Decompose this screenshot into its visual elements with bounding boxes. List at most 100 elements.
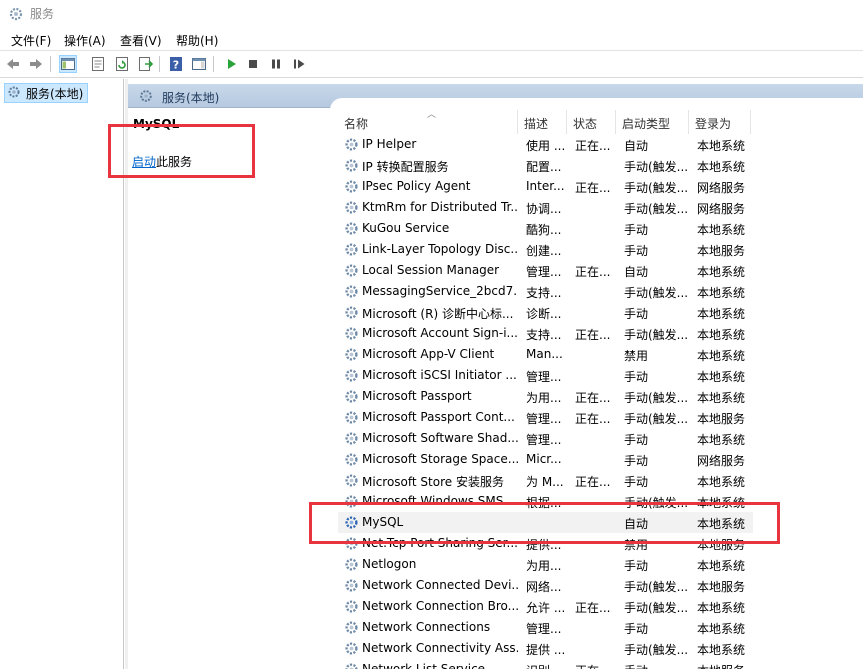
service-gear-icon: [345, 348, 358, 361]
menu-file[interactable]: 文件(F): [11, 32, 51, 49]
service-row[interactable]: Network List Service 识别... 正在... 手动本地服务: [338, 659, 753, 669]
service-logon-cell: 本地系统: [697, 307, 746, 321]
service-gear-icon: [345, 201, 358, 214]
show-hide-tree-icon[interactable]: [59, 55, 77, 73]
service-name-cell: IPsec Policy Agent: [362, 179, 471, 193]
service-status-cell: 正在...: [575, 328, 611, 342]
service-name-cell: Microsoft App-V Client: [362, 347, 495, 361]
service-gear-icon: [345, 600, 358, 613]
properties-icon[interactable]: [89, 55, 107, 73]
column-header-startup-type[interactable]: 启动类型: [616, 110, 689, 134]
service-name-cell: Netlogon: [362, 557, 417, 571]
service-row[interactable]: Local Session Manager 管理... 正在... 自动 本地系统: [338, 260, 753, 281]
service-gear-icon: [345, 663, 358, 669]
service-gear-icon: [345, 180, 358, 193]
stop-service-icon[interactable]: [244, 55, 262, 73]
service-row[interactable]: Microsoft (R) 诊断中心标... 诊断... 手动 本地系统: [338, 302, 753, 323]
service-logon-cell: 本地服务: [697, 244, 746, 258]
service-description-cell: 配置...: [526, 160, 562, 174]
pause-service-icon[interactable]: [267, 55, 285, 73]
service-gear-icon: [345, 432, 358, 445]
service-logon-cell: 本地服务: [697, 580, 746, 594]
highlight-box-start-link: [108, 124, 255, 178]
service-logon-cell: 本地系统: [697, 265, 746, 279]
service-startup-type-cell: 手动: [624, 370, 649, 384]
service-startup-type-cell: 手动(触发...: [624, 643, 689, 657]
service-logon-cell: 网络服务: [697, 202, 746, 216]
service-row[interactable]: MessagingService_2bcd7... 支持... 手动(触发... 本地…: [338, 281, 753, 302]
service-description-cell: 酷狗...: [526, 223, 562, 237]
service-row[interactable]: Microsoft Software Shad... 管理... 手动 本地系统: [338, 428, 753, 449]
service-row[interactable]: KtmRm for Distributed Tr... 协调... 手动(触发...…: [338, 197, 753, 218]
service-row[interactable]: IP 转换配置服务 配置... 手动(触发... 本地系统: [338, 155, 753, 176]
service-startup-type-cell: 手动: [624, 433, 649, 447]
service-name-cell: Network Connection Bro...: [362, 599, 518, 613]
service-startup-type-cell: 手动(触发...: [624, 181, 689, 195]
service-description-cell: 允许 ...: [526, 601, 566, 615]
resume-service-icon[interactable]: [290, 55, 308, 73]
tree-item-services-local[interactable]: 服务(本地): [4, 83, 89, 103]
service-row[interactable]: Network Connections 管理... 手动 本地系统: [338, 617, 753, 638]
column-header-description[interactable]: 描述: [518, 110, 567, 134]
service-description-cell: 管理...: [526, 433, 562, 447]
back-icon[interactable]: [4, 55, 22, 73]
tree-item-label: 服务(本地): [26, 86, 84, 101]
list-header: ︿ 名称 描述 状态 启动类型 登录为: [338, 110, 863, 134]
service-startup-type-cell: 手动(触发...: [624, 160, 689, 174]
service-row[interactable]: Microsoft Passport 为用... 正在... 手动(触发... 本地系统: [338, 386, 753, 407]
service-row[interactable]: Microsoft App-V Client Man... 禁用 本地系统: [338, 344, 753, 365]
service-logon-cell: 本地系统: [697, 160, 746, 174]
service-description-panel: MySQL 启动此服务: [128, 108, 330, 669]
service-row[interactable]: Microsoft Account Sign-i... 支持... 正在... 手动(…: [338, 323, 753, 344]
service-logon-cell: 本地系统: [697, 622, 746, 636]
service-row[interactable]: Microsoft Store 安装服务 为 M... 正在... 手动 本地系统: [338, 470, 753, 491]
service-description-cell: 管理...: [526, 265, 562, 279]
service-row[interactable]: IPsec Policy Agent Inter... 正在... 手动(触发... 网…: [338, 176, 753, 197]
service-description-cell: 识别...: [526, 662, 566, 669]
title-bar: 服务: [0, 0, 863, 28]
service-row[interactable]: Network Connected Devi... 网络... 手动(触发... 本地…: [338, 575, 753, 596]
service-logon-cell: 网络服务: [697, 181, 746, 195]
column-header-name[interactable]: ︿ 名称: [338, 110, 518, 134]
service-row[interactable]: Microsoft Storage Space... Micr... 手动 网络服务: [338, 449, 753, 470]
service-logon-cell: 本地系统: [697, 643, 746, 657]
service-name-cell: Microsoft iSCSI Initiator ...: [362, 368, 517, 382]
start-service-icon[interactable]: [222, 55, 240, 73]
help-icon[interactable]: ?: [167, 55, 185, 73]
service-gear-icon: [345, 642, 358, 655]
column-header-status[interactable]: 状态: [567, 110, 616, 134]
service-description-cell: 为 M...: [526, 475, 564, 489]
menu-view[interactable]: 查看(V): [120, 32, 162, 49]
service-status-cell: 正在...: [575, 475, 611, 489]
service-gear-icon: [345, 453, 358, 466]
service-startup-type-cell: 手动: [624, 454, 649, 468]
service-startup-type-cell: 手动: [624, 559, 649, 573]
service-logon-cell: 本地系统: [697, 223, 746, 237]
export-list-icon[interactable]: [137, 55, 155, 73]
service-name-cell: Network Connected Devi...: [362, 578, 518, 592]
service-gear-icon: [345, 474, 358, 487]
service-startup-type-cell: 手动(触发...: [624, 328, 689, 342]
service-gear-icon: [345, 159, 358, 172]
service-row[interactable]: KuGou Service 酷狗... 手动 本地系统: [338, 218, 753, 239]
service-startup-type-cell: 手动: [624, 244, 649, 258]
service-name-cell: KuGou Service: [362, 221, 450, 235]
service-status-cell: 正在...: [575, 391, 611, 405]
service-row[interactable]: Link-Layer Topology Disc... 创建... 手动 本地服务: [338, 239, 753, 260]
service-startup-type-cell: 手动(触发...: [624, 286, 689, 300]
service-row[interactable]: Microsoft Passport Cont... 管理... 正在... 手动(触…: [338, 407, 753, 428]
service-description-cell: Man...: [526, 347, 563, 361]
menu-help[interactable]: 帮助(H): [176, 32, 218, 49]
service-row[interactable]: Netlogon 为用... 手动 本地系统: [338, 554, 753, 575]
forward-icon[interactable]: [27, 55, 45, 73]
service-startup-type-cell: 手动(触发...: [624, 202, 689, 216]
service-row[interactable]: Network Connectivity Ass... 提供 ... 手动(触发..…: [338, 638, 753, 659]
column-header-logon-as[interactable]: 登录为: [689, 110, 751, 134]
service-row[interactable]: IP Helper 使用 ... 正在... 自动 本地系统: [338, 134, 753, 155]
service-row[interactable]: Microsoft iSCSI Initiator ... 管理... 手动 本地系统: [338, 365, 753, 386]
service-logon-cell: 本地系统: [697, 349, 746, 363]
refresh-icon[interactable]: [113, 55, 131, 73]
service-row[interactable]: Network Connection Bro... 允许 ... 正在... 手动(触…: [338, 596, 753, 617]
menu-action[interactable]: 操作(A): [64, 32, 106, 49]
action-pane-icon[interactable]: [190, 55, 208, 73]
